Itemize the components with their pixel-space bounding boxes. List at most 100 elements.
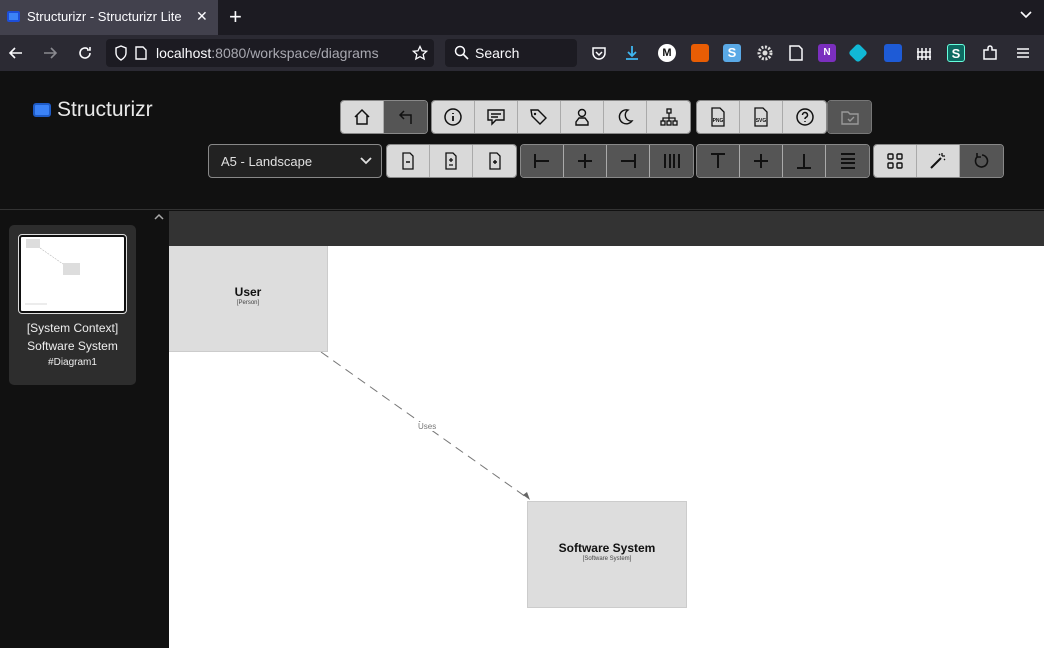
page-size-fit-button[interactable]: [430, 145, 473, 177]
align-bottom-button[interactable]: [783, 145, 826, 177]
export-button-group: PNG SVG: [696, 100, 827, 134]
align-middle-button[interactable]: [740, 145, 783, 177]
auto-layout-button[interactable]: [917, 145, 960, 177]
back-icon[interactable]: [4, 35, 28, 71]
png-export-button[interactable]: PNG: [697, 101, 740, 133]
url-path: :8080/workspace/diagrams: [211, 45, 379, 61]
navigation-button-group: [340, 100, 428, 134]
svg-label: SVG: [756, 118, 767, 124]
folder-button[interactable]: [828, 101, 871, 133]
user-person-node[interactable]: User [Person]: [169, 246, 328, 352]
download-icon[interactable]: [623, 44, 641, 62]
page-plus-minus-icon: [445, 152, 457, 170]
browser-tab-bar: Structurizr - Structurizr Lite ✕ +: [0, 0, 1044, 35]
back-arrow-icon: [398, 110, 412, 124]
file-extension-icon[interactable]: [787, 44, 805, 62]
shield-icon[interactable]: [114, 45, 128, 61]
png-label: PNG: [713, 118, 724, 124]
fence-icon[interactable]: [915, 44, 933, 62]
help-icon: [795, 108, 814, 126]
diagram-sidebar: [System Context] Software System #Diagra…: [0, 211, 169, 648]
svg-export-button[interactable]: SVG: [740, 101, 783, 133]
app-logo-text: Structurizr: [57, 98, 153, 121]
url-text[interactable]: localhost:8080/workspace/diagrams: [156, 45, 379, 61]
distribute-vertical-button[interactable]: [826, 145, 869, 177]
tags-button[interactable]: [518, 101, 561, 133]
browser-tab[interactable]: Structurizr - Structurizr Lite ✕: [0, 0, 218, 35]
home-icon: [354, 108, 370, 125]
url-bar[interactable]: localhost:8080/workspace/diagrams: [106, 39, 434, 67]
page-plus-icon: [488, 152, 501, 170]
relationship-label[interactable]: Uses: [418, 422, 437, 431]
horizontal-align-button-group: [520, 144, 694, 178]
dark-mode-button[interactable]: [604, 101, 647, 133]
comment-button[interactable]: [475, 101, 518, 133]
align-top-button[interactable]: [697, 145, 740, 177]
m-extension-icon[interactable]: M: [658, 44, 676, 62]
user-node-name: User: [234, 285, 262, 299]
diagram-thumbnail-title: [System Context]: [26, 321, 119, 335]
reset-layout-button[interactable]: [960, 145, 1003, 177]
folder-icon: [840, 111, 859, 125]
info-button[interactable]: [432, 101, 475, 133]
layout-button-group: [873, 144, 1004, 178]
diagram-thumbnail-key: #Diagram1: [48, 357, 97, 368]
page-size-decrease-button[interactable]: [387, 145, 430, 177]
scroll-up-icon[interactable]: [154, 213, 164, 221]
page-minus-icon: [402, 152, 414, 170]
bookmark-star-icon[interactable]: [412, 45, 428, 61]
s-extension-icon[interactable]: S: [723, 44, 741, 62]
pocket-icon[interactable]: [590, 44, 608, 62]
vertical-align-button-group: [696, 144, 870, 178]
page-size-select[interactable]: A5 - Landscape: [208, 144, 382, 178]
search-input[interactable]: Search: [445, 39, 577, 67]
align-right-button[interactable]: [607, 145, 650, 177]
person-button[interactable]: [561, 101, 604, 133]
search-icon: [454, 45, 469, 60]
gear-icon[interactable]: [756, 44, 774, 62]
home-button[interactable]: [341, 101, 384, 133]
sun-extension-icon[interactable]: [691, 44, 709, 62]
app-header: Structurizr PNG SVG A5 - Landscape: [0, 71, 1044, 210]
align-left-button[interactable]: [521, 145, 564, 177]
thumbnail-preview: [25, 239, 80, 305]
back-button[interactable]: [384, 101, 427, 133]
hierarchy-button[interactable]: [647, 101, 690, 133]
workspace-button-group: [827, 100, 872, 134]
menu-icon[interactable]: [1014, 44, 1032, 62]
software-system-node[interactable]: Software System [Software System]: [527, 501, 687, 608]
s2-extension-icon[interactable]: S: [947, 44, 965, 62]
diagram-top-bar: [169, 211, 1044, 246]
distribute-horizontal-button[interactable]: [650, 145, 693, 177]
new-tab-button[interactable]: +: [229, 4, 242, 30]
info-icon: [444, 108, 462, 126]
grid-layout-button[interactable]: [874, 145, 917, 177]
url-host: localhost: [156, 45, 212, 61]
person-icon: [575, 108, 589, 126]
onenote-icon[interactable]: N: [818, 44, 836, 62]
align-top-icon: [711, 153, 725, 168]
comment-icon: [487, 109, 505, 126]
software-system-node-name: Software System: [558, 541, 656, 555]
reload-icon[interactable]: [73, 35, 97, 71]
page-size-button-group: [386, 144, 517, 178]
forward-icon[interactable]: [38, 35, 62, 71]
help-button[interactable]: [783, 101, 826, 133]
tab-close-icon[interactable]: ✕: [196, 8, 208, 25]
diagram-thumbnail-card[interactable]: [System Context] Software System #Diagra…: [9, 225, 136, 385]
page-icon[interactable]: [135, 46, 147, 60]
cube-extension-icon[interactable]: [848, 43, 868, 63]
page-size-value: A5 - Landscape: [221, 154, 313, 169]
distribute-vertical-icon: [840, 153, 855, 169]
grid-icon: [887, 153, 903, 169]
diagram-thumbnail[interactable]: [18, 234, 127, 314]
diagram-canvas[interactable]: Uses User [Person] Software System [Soft…: [169, 246, 1044, 648]
shield-extension-icon[interactable]: [884, 44, 902, 62]
puzzle-icon[interactable]: [981, 44, 999, 62]
page-size-increase-button[interactable]: [473, 145, 516, 177]
tab-list-chevron-icon[interactable]: [1019, 7, 1033, 21]
align-left-icon: [534, 154, 549, 168]
align-center-button[interactable]: [564, 145, 607, 177]
tags-icon: [530, 109, 547, 125]
hierarchy-icon: [659, 108, 678, 126]
